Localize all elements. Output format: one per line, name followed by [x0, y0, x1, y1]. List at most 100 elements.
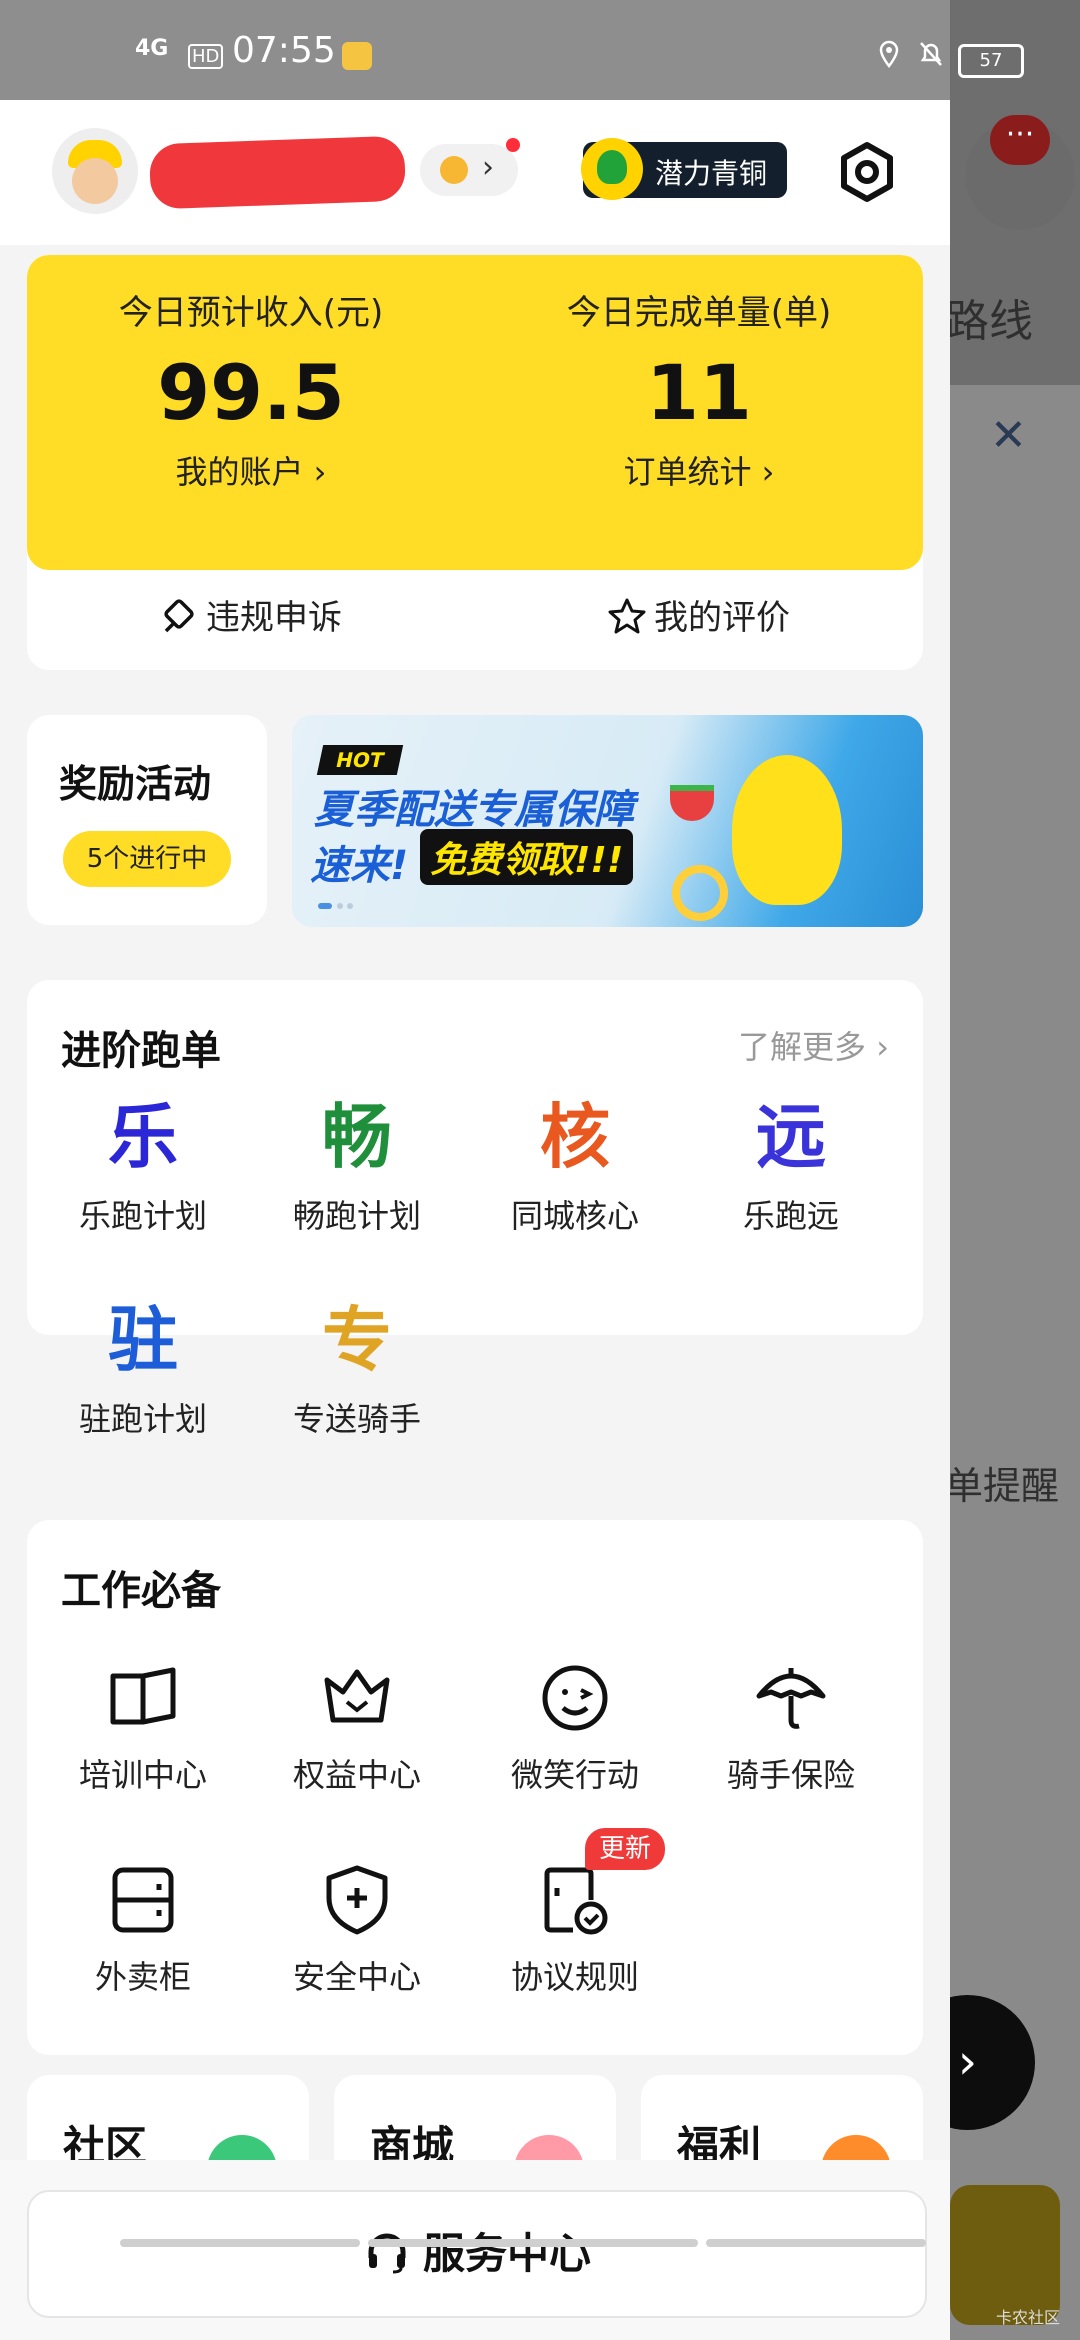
zhuansong-icon: 专	[322, 1299, 392, 1381]
advanced-item-core[interactable]: 核 同城核心	[475, 1095, 675, 1237]
advanced-item-label: 专送骑手	[292, 1400, 421, 1438]
location-icon	[879, 40, 899, 68]
orders-value: 11	[646, 348, 752, 437]
work-item-smile[interactable]: 微笑行动	[475, 1658, 675, 1796]
service-center-button[interactable]: 服务中心	[27, 2190, 927, 2318]
avatar[interactable]	[52, 128, 138, 214]
work-item-insurance[interactable]: 骑手保险	[691, 1658, 891, 1796]
learn-more-link[interactable]: 了解更多 ›	[738, 1022, 889, 1068]
tier-badge[interactable]: 潜力青铜	[581, 138, 787, 200]
locker-icon	[112, 1867, 174, 1933]
profile-drawer: › 潜力青铜 今日预计收入(元) 99.5 我的账户 › 今日完成单量(单) 1…	[0, 100, 950, 2340]
mascot-illustration	[732, 755, 842, 905]
rating-button[interactable]: 我的评价	[475, 590, 923, 639]
watermark: 卡农社区	[995, 2308, 1060, 2327]
settings-gear-icon[interactable]	[835, 140, 899, 204]
work-item-safety[interactable]: 安全中心	[257, 1860, 457, 1998]
advanced-item-zhuansong[interactable]: 专 专送骑手	[257, 1298, 457, 1440]
orders-stat[interactable]: 今日完成单量(单) 11 订单统计 ›	[475, 285, 923, 493]
notification-dot	[506, 138, 520, 152]
reward-title: 奖励活动	[59, 762, 212, 806]
work-item-label: 骑手保险	[726, 1756, 855, 1794]
update-badge: 更新	[585, 1828, 665, 1870]
lepao-icon: 乐	[108, 1096, 178, 1178]
banner-cta: 免费领取!!!	[420, 829, 634, 885]
home-indicator	[120, 2232, 940, 2247]
signal-indicator: 4G	[135, 36, 169, 61]
income-label: 今日预计收入(元)	[118, 293, 384, 333]
advanced-item-lepaoyuan[interactable]: 远 乐跑远	[691, 1095, 891, 1237]
carousel-dots	[318, 903, 353, 909]
redacted-username	[148, 135, 407, 210]
smile-icon	[542, 1665, 608, 1731]
status-time: 07:55	[232, 30, 336, 71]
reward-count-pill: 5个进行中	[63, 831, 231, 887]
swim-ring-icon	[672, 865, 728, 921]
service-bar: 服务中心	[0, 2160, 950, 2340]
sprout-icon	[581, 138, 643, 200]
advanced-item-label: 驻跑计划	[78, 1400, 207, 1438]
appeal-button[interactable]: 违规申诉	[27, 590, 475, 639]
watermelon-icon	[670, 785, 714, 821]
star-icon	[608, 598, 646, 634]
background-remind-text: 单提醒	[945, 1464, 1060, 1508]
more-dots-icon: ···	[990, 115, 1050, 165]
advanced-run-card: 进阶跑单 了解更多 › 乐 乐跑计划 畅 畅跑计划 核 同城核心 远 乐跑远 驻…	[27, 980, 923, 1438]
changpao-icon: 畅	[322, 1096, 392, 1178]
orders-label: 今日完成单量(单)	[566, 293, 832, 333]
medal-icon	[440, 156, 468, 184]
income-stat[interactable]: 今日预计收入(元) 99.5 我的账户 ›	[27, 285, 475, 493]
reward-activity-card[interactable]: 奖励活动 5个进行中	[27, 715, 267, 925]
book-icon	[110, 1667, 176, 1725]
profile-header: › 潜力青铜	[0, 100, 950, 245]
zhupao-icon: 驻	[108, 1299, 178, 1381]
work-item-label: 安全中心	[292, 1958, 421, 1996]
work-item-locker[interactable]: 外卖柜	[43, 1860, 243, 1998]
doc-check-icon	[544, 1867, 608, 1935]
battery-indicator: 57	[958, 44, 1024, 78]
umbrella-icon	[756, 1668, 826, 1729]
work-item-label: 协议规则	[510, 1958, 639, 1996]
appeal-label: 违规申诉	[206, 598, 342, 638]
work-item-label: 微笑行动	[510, 1756, 639, 1794]
banner-subline: 速来!	[310, 843, 409, 889]
rating-label: 我的评价	[654, 598, 790, 638]
core-icon: 核	[540, 1096, 610, 1178]
income-value: 99.5	[157, 348, 345, 437]
earnings-card: 今日预计收入(元) 99.5 我的账户 › 今日完成单量(单) 11 订单统计 …	[27, 255, 923, 670]
crown-icon	[324, 1669, 390, 1723]
hot-tag: HOT	[316, 745, 404, 775]
appeal-hammer-icon	[164, 599, 194, 633]
mute-bell-icon	[920, 42, 942, 66]
banner-headline: 夏季配送专属保障	[314, 787, 634, 833]
promo-banner[interactable]: HOT 夏季配送专属保障 速来! 免费领取!!!	[292, 715, 923, 927]
work-item-label: 培训中心	[78, 1756, 207, 1794]
advanced-item-label: 畅跑计划	[292, 1197, 421, 1235]
lepaoyuan-icon: 远	[756, 1096, 826, 1178]
hd-indicator: HD	[188, 44, 224, 69]
work-item-training[interactable]: 培训中心	[43, 1658, 243, 1796]
advanced-item-label: 乐跑计划	[78, 1197, 207, 1235]
work-essentials-card: 工作必备 培训中心 权益中心 微笑行动 骑手保险 外卖柜 安全中心 更新 协议规…	[27, 1520, 923, 2055]
advanced-item-changpao[interactable]: 畅 畅跑计划	[257, 1095, 457, 1237]
close-icon: ✕	[990, 410, 1027, 461]
order-statistics-link[interactable]: 订单统计 ›	[475, 447, 923, 493]
background-route-text: 路线	[945, 296, 1033, 347]
tier-label: 潜力青铜	[655, 157, 768, 190]
status-bar: 4G HD 07:55 57	[0, 0, 1024, 100]
app-notification-icon	[342, 42, 372, 70]
work-item-label: 权益中心	[292, 1756, 421, 1794]
advanced-item-label: 乐跑远	[742, 1197, 839, 1235]
my-account-link[interactable]: 我的账户 ›	[27, 447, 475, 493]
work-item-benefits[interactable]: 权益中心	[257, 1658, 457, 1796]
advanced-item-zhupao[interactable]: 驻 驻跑计划	[43, 1298, 243, 1440]
level-badge-button[interactable]: ›	[420, 138, 520, 196]
advanced-item-label: 同城核心	[510, 1197, 639, 1235]
work-title: 工作必备	[61, 1568, 221, 1614]
work-item-label: 外卖柜	[94, 1958, 191, 1996]
advanced-title: 进阶跑单	[61, 1028, 221, 1074]
advanced-item-lepao[interactable]: 乐 乐跑计划	[43, 1095, 243, 1237]
shield-plus-icon	[326, 1865, 388, 1935]
chevron-right-icon: ›	[482, 150, 494, 185]
work-item-agreement[interactable]: 更新 协议规则	[475, 1828, 675, 1998]
